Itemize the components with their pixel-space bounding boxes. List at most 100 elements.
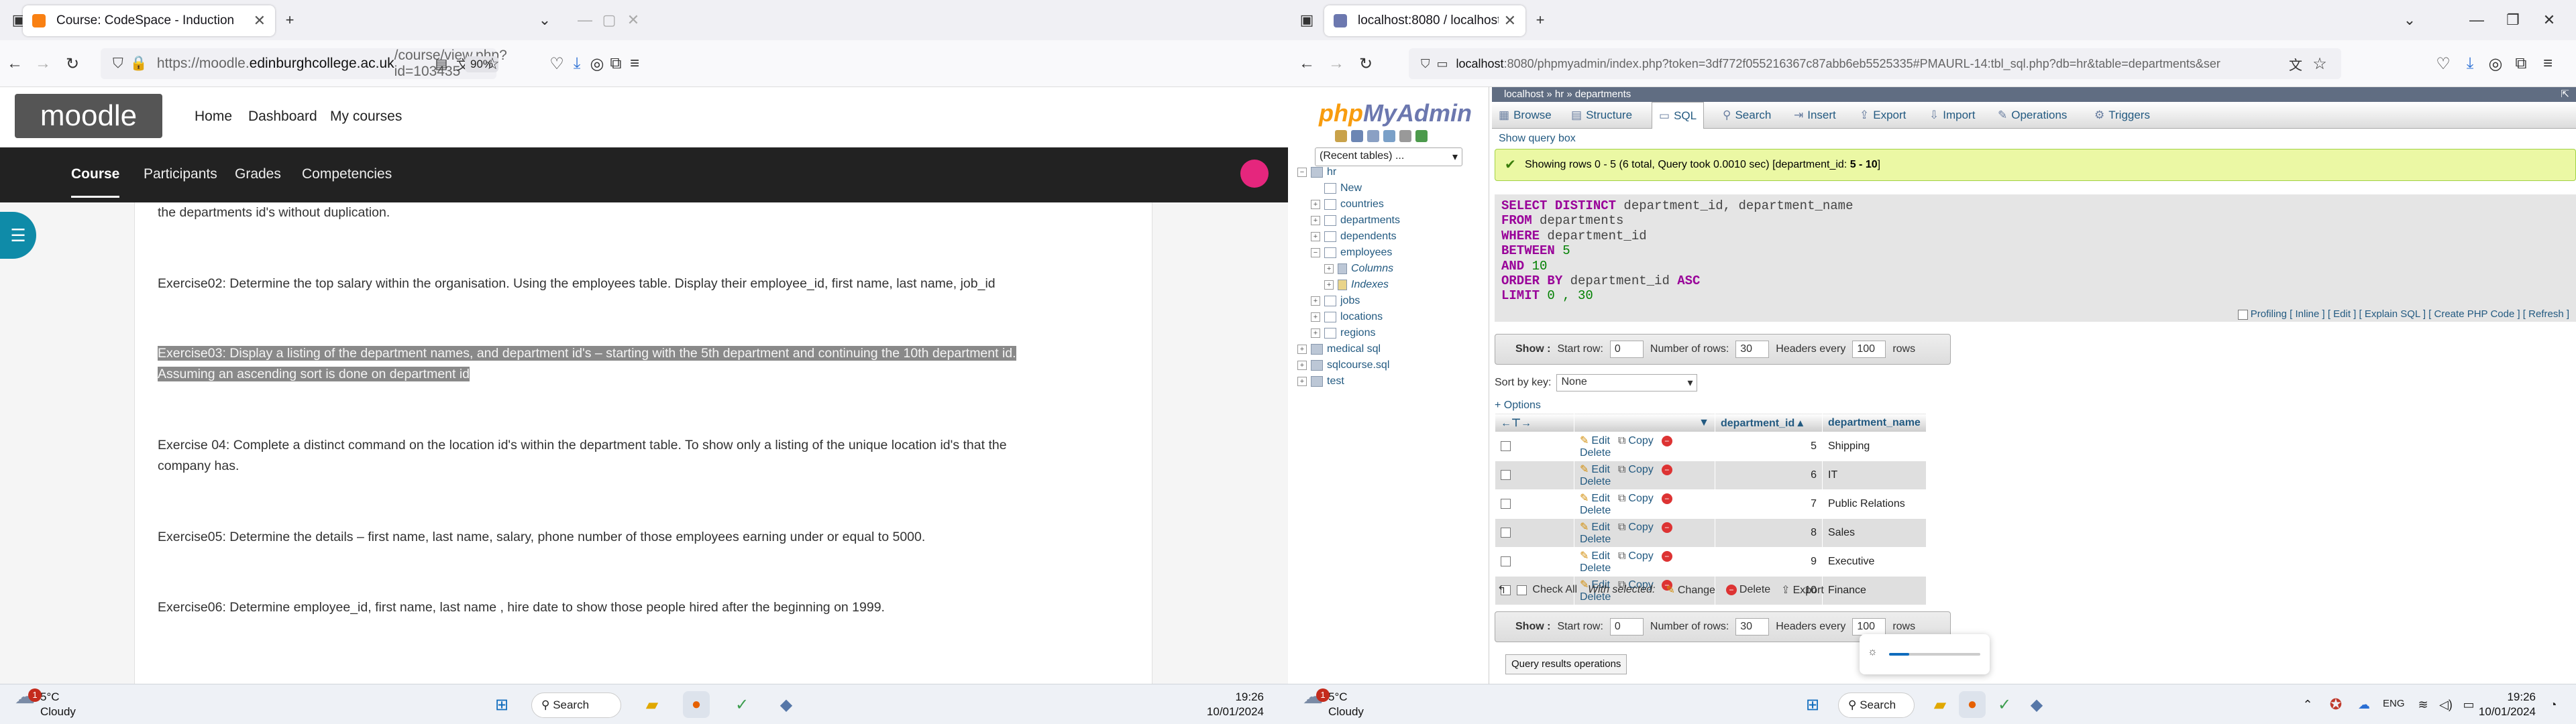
department-id-cell[interactable]: 7 [1715,489,1823,519]
tree-db-test[interactable]: + test [1297,375,1344,387]
department-id-cell[interactable]: 9 [1715,547,1823,577]
app2-icon[interactable]: ◆ [2023,691,2050,718]
tab-export[interactable]: ⇪ Export [1853,102,1913,129]
headers-every-input[interactable]: 100 [1852,341,1886,358]
tab-list-icon[interactable]: ▣ [1292,5,1322,35]
tab-grades[interactable]: Grades [235,166,281,182]
windows-start-icon[interactable]: ⊞ [1799,691,1826,718]
tree-new[interactable]: New [1311,182,1362,194]
sql-actions-links[interactable]: Profiling [ Inline ] [ Edit ] [ Explain … [2251,308,2569,320]
app-icon[interactable]: ✓ [729,691,755,718]
tab-competencies[interactable]: Competencies [302,166,392,182]
taskbar-clock[interactable]: 19:26 10/01/2024 [1181,690,1264,719]
zoom-slider[interactable] [1889,653,1980,656]
row-checkbox-cell[interactable] [1495,547,1574,577]
column-department-name[interactable]: department_name [1822,413,1927,432]
restore-icon[interactable]: ❐ [2498,5,2528,35]
edit-row-link[interactable]: ✎ Edit [1580,464,1610,475]
tree-columns[interactable]: + Columns [1324,263,1393,275]
tree-indexes[interactable]: + Indexes [1324,279,1389,291]
close-tab-icon[interactable]: ✕ [1504,12,1516,29]
app2-icon[interactable]: ◆ [773,691,800,718]
taskbar-search[interactable]: ⚲ Search [1838,692,1915,718]
reload-icon[interactable]: ↻ [58,49,87,78]
avatar[interactable] [1240,160,1269,188]
nav-home[interactable]: Home [195,109,232,125]
check-all-label[interactable]: Check All [1532,584,1577,596]
options-link[interactable]: + Options [1495,400,1541,412]
export-button[interactable]: ⇪ Export [1781,583,1824,597]
sort-header-icon[interactable]: ▼ [1574,413,1715,432]
tab-operations[interactable]: ✎ Operations [1991,102,2074,129]
reload-icon[interactable]: ↻ [1351,49,1381,78]
headers-every-input[interactable]: 100 [1852,618,1886,636]
profiling-checkbox[interactable] [2237,309,2248,320]
tab-sql[interactable]: ▭ SQL [1652,102,1705,129]
table-row[interactable]: ✎ Edit ⧉ Copy − Delete 9 Executive [1495,547,1927,577]
weather-widget[interactable]: ☁ 1 5°C Cloudy [15,687,76,719]
chevron-down-icon[interactable]: ⌄ [2395,5,2424,35]
department-id-cell[interactable]: 5 [1715,432,1823,461]
taskbar-search[interactable]: ⚲ Search [531,692,621,718]
department-id-cell[interactable]: 8 [1715,518,1823,548]
table-row[interactable]: ✎ Edit ⧉ Copy − Delete 7 Public Relations [1495,489,1927,519]
weather-widget[interactable]: ☁ 1 5°C Cloudy [1303,687,1364,719]
check-all-checkbox[interactable] [1517,585,1527,595]
reload-nav-icon[interactable] [1415,130,1428,142]
department-name-cell[interactable]: IT [1822,461,1927,490]
tree-table-countries[interactable]: + countries [1311,198,1384,210]
bookmark-star-icon[interactable]: ☆ [478,49,507,78]
tab-insert[interactable]: ⇥ Insert [1787,102,1843,129]
row-checkbox[interactable] [1501,441,1511,452]
copy-row-link[interactable]: ⧉ Copy [1618,550,1654,562]
row-checkbox-cell[interactable] [1495,489,1574,519]
copy-row-link[interactable]: ⧉ Copy [1618,435,1654,446]
pocket-icon[interactable]: ♡ [2428,49,2458,78]
tab-course[interactable]: Course [71,166,120,198]
back-icon[interactable]: ← [1292,49,1322,78]
department-name-cell[interactable]: Shipping [1822,432,1927,461]
breadcrumb[interactable]: localhost » hr » departments ⇱ [1492,87,2576,102]
start-row-input[interactable]: 0 [1609,618,1644,636]
close-tab-icon[interactable]: ✕ [254,12,266,29]
new-tab-icon[interactable]: + [275,5,305,35]
start-row-input[interactable]: 0 [1609,341,1644,358]
copy-row-link[interactable]: ⧉ Copy [1618,464,1654,475]
tab-browse[interactable]: ▦ Browse [1492,102,1558,129]
back-icon[interactable]: ← [0,49,30,78]
extensions-icon[interactable]: ⧉ [2506,49,2536,78]
row-checkbox[interactable] [1501,470,1511,481]
url-bar[interactable]: ⛉ ▭ localhost :8080/phpmyadmin/index.php… [1409,48,2341,79]
edit-row-link[interactable]: ✎ Edit [1580,493,1610,504]
menu-icon[interactable]: ≡ [2533,49,2563,78]
firefox-icon[interactable]: ● [683,691,710,718]
edit-row-link[interactable]: ✎ Edit [1580,435,1610,446]
docs-icon[interactable] [1367,130,1379,142]
tree-table-locations[interactable]: + locations [1311,311,1383,323]
tree-db-sqlcourse[interactable]: + sqlcourse.sql [1297,359,1389,371]
table-row[interactable]: ✎ Edit ⧉ Copy − Delete 5 Shipping [1495,432,1927,461]
nav-dashboard[interactable]: Dashboard [248,109,317,125]
row-checkbox[interactable] [1501,556,1511,567]
file-explorer-icon[interactable]: ▰ [639,691,665,718]
tree-table-employees[interactable]: − employees [1311,247,1392,259]
bookmark-star-icon[interactable]: ☆ [2305,49,2334,78]
department-id-cell[interactable]: 6 [1715,461,1823,490]
row-checkbox-cell[interactable] [1495,518,1574,548]
copy-row-link[interactable]: ⧉ Copy [1618,493,1654,504]
tray-app2-icon[interactable]: ☁ [2351,691,2377,718]
collapse-icon[interactable]: ⇱ [2561,87,2569,102]
taskbar-clock[interactable]: 19:26 10/01/2024 [2473,690,2536,719]
row-checkbox[interactable] [1501,528,1511,538]
notifications-icon[interactable]: ◔ [2540,691,2567,718]
column-department-id[interactable]: department_id ▴ [1715,413,1823,432]
show-query-box-link[interactable]: Show query box [1499,133,1576,145]
tray-app-icon[interactable]: ✪ [2322,691,2349,718]
nav-my-courses[interactable]: My courses [330,109,402,125]
firefox-icon[interactable]: ● [1959,691,1986,718]
tab-participants[interactable]: Participants [144,166,217,182]
row-checkbox-cell[interactable] [1495,432,1574,461]
language-indicator[interactable]: ENG [2383,698,2405,709]
logout-icon[interactable] [1351,130,1363,142]
tab-import[interactable]: ⇩ Import [1923,102,1982,129]
